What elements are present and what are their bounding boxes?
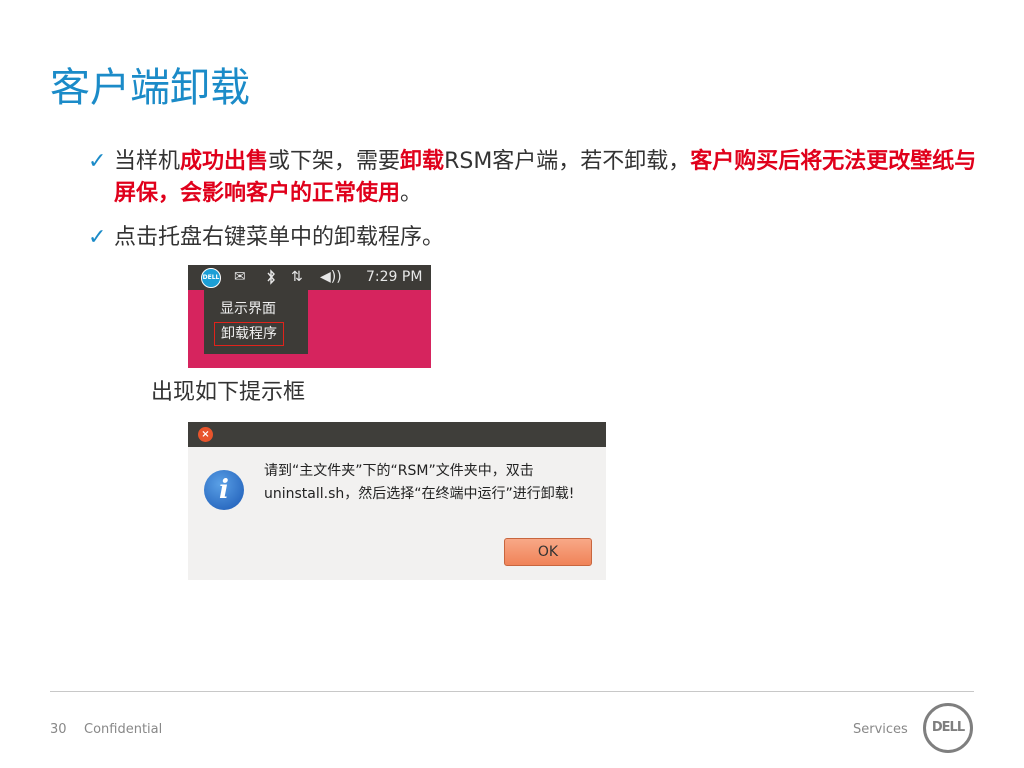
footer-divider xyxy=(50,691,974,692)
clock[interactable]: 7:29 PM xyxy=(366,269,422,286)
services-label: Services xyxy=(853,722,908,737)
dell-logo: DELL xyxy=(923,703,973,753)
top-panel: DELL ✉ ⇅ ◀)) 7:29 PM xyxy=(188,265,431,290)
context-menu: 显示界面 卸载程序 xyxy=(204,290,308,354)
confidential-label: Confidential xyxy=(84,722,163,737)
highlight-text: 卸载 xyxy=(400,149,445,174)
bullet-item-2: ✓ 点击托盘右键菜单中的卸载程序。 xyxy=(88,222,978,254)
network-icon[interactable]: ⇅ xyxy=(291,269,303,286)
dialog-message: 请到“主文件夹”下的“RSM”文件夹中，双击 uninstall.sh，然后选择… xyxy=(264,460,600,506)
dialog-titlebar: × xyxy=(188,422,606,447)
dialog-message-line-1: 请到“主文件夹”下的“RSM”文件夹中，双击 xyxy=(264,463,534,479)
text-segment: 点击托盘右键菜单中的卸载程序。 xyxy=(114,225,445,250)
info-dialog-screenshot: × i 请到“主文件夹”下的“RSM”文件夹中，双击 uninstall.sh，… xyxy=(188,422,606,580)
mail-icon[interactable]: ✉ xyxy=(234,269,246,286)
tray-menu-screenshot: DELL ✉ ⇅ ◀)) 7:29 PM 显示界面 卸载程序 xyxy=(188,265,431,368)
checkmark-icon: ✓ xyxy=(88,225,107,250)
menu-item-uninstall[interactable]: 卸载程序 xyxy=(214,322,284,346)
info-icon: i xyxy=(204,470,244,510)
text-segment: 或下架，需要 xyxy=(268,149,401,174)
close-icon[interactable]: × xyxy=(198,427,213,442)
highlight-text: 成功出售 xyxy=(180,149,269,174)
checkmark-icon: ✓ xyxy=(88,149,107,174)
dialog-message-line-2: uninstall.sh，然后选择“在终端中运行”进行卸载! xyxy=(264,486,575,502)
text-segment: RSM客户端，若不卸载， xyxy=(444,149,691,174)
caption-text: 出现如下提示框 xyxy=(151,380,306,405)
page-number: 30 xyxy=(50,722,67,737)
volume-icon[interactable]: ◀)) xyxy=(320,269,342,286)
text-segment: 当样机 xyxy=(114,149,181,174)
bluetooth-icon[interactable] xyxy=(266,269,276,290)
slide-title: 客户端卸载 xyxy=(50,65,250,111)
bullet-list: ✓ 当样机成功出售或下架，需要卸载RSM客户端，若不卸载，客户购买后将无法更改壁… xyxy=(88,146,978,254)
ok-button[interactable]: OK xyxy=(504,538,592,566)
menu-item-show[interactable]: 显示界面 xyxy=(220,300,276,318)
text-segment: 。 xyxy=(400,181,423,206)
bullet-item-1: ✓ 当样机成功出售或下架，需要卸载RSM客户端，若不卸载，客户购买后将无法更改壁… xyxy=(88,146,978,210)
dell-tray-icon[interactable]: DELL xyxy=(201,268,221,288)
